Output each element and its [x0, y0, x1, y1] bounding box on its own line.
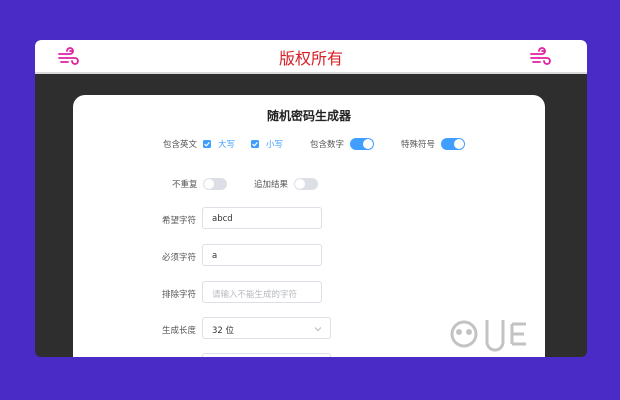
header-divider [35, 72, 587, 74]
include-letters-label: 包含英文 [163, 140, 198, 150]
no-repeat-switch[interactable] [203, 178, 227, 190]
exclude-chars-label: 排除字符 [161, 290, 196, 300]
append-result-switch[interactable] [294, 178, 318, 190]
lowercase-label[interactable]: 小写 [266, 138, 283, 150]
include-digits-label: 包含数字 [310, 140, 345, 150]
wind-icon [530, 47, 551, 65]
check-icon [252, 141, 258, 147]
next-field-select[interactable] [202, 353, 331, 357]
chevron-down-icon [314, 327, 322, 332]
uppercase-label[interactable]: 大写 [218, 138, 235, 150]
special-chars-switch[interactable] [441, 138, 465, 150]
no-repeat-label: 不重复 [172, 180, 198, 190]
uppercase-checkbox[interactable] [203, 140, 211, 148]
desired-chars-label: 希望字符 [161, 216, 196, 226]
check-icon [204, 141, 210, 147]
required-chars-input[interactable]: a [202, 244, 322, 266]
include-digits-switch[interactable] [350, 138, 374, 150]
switch-knob [204, 179, 214, 189]
append-result-label: 追加结果 [254, 180, 289, 190]
header-bar: 版权所有 [35, 40, 587, 72]
special-chars-label: 特殊符号 [401, 140, 436, 150]
desired-chars-input[interactable]: abcd [202, 207, 322, 229]
length-select-value: 32 位 [212, 326, 235, 336]
exclude-chars-input[interactable]: 请输入不能生成的字符 [202, 281, 322, 303]
switch-knob [295, 179, 305, 189]
copyright-title: 版权所有 [278, 49, 343, 68]
watermark-logo [450, 320, 526, 352]
required-chars-label: 必须字符 [161, 253, 196, 263]
switch-knob [454, 139, 464, 149]
length-select[interactable]: 32 位 [202, 317, 331, 339]
card-title: 随机密码生成器 [266, 109, 351, 123]
switch-knob [363, 139, 373, 149]
lowercase-checkbox[interactable] [251, 140, 259, 148]
length-label: 生成长度 [161, 326, 196, 336]
